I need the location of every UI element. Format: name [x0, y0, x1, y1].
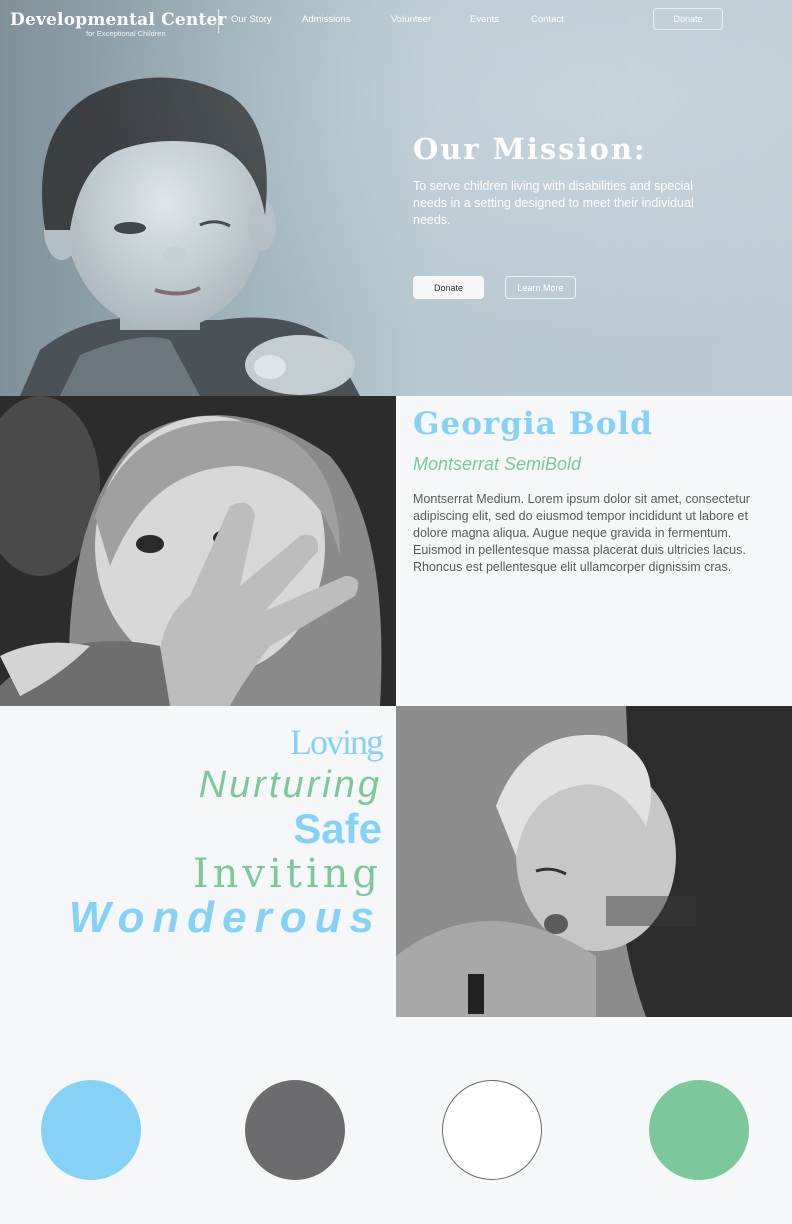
nav-donate-button[interactable]: Donate	[653, 8, 723, 30]
mission-text: To serve children living with disabiliti…	[413, 179, 694, 227]
logo-subtitle: for Exceptional Children	[86, 29, 166, 38]
type-subheading-sample: Montserrat SemiBold	[413, 454, 582, 474]
values-list: Loving Nurturing Safe Inviting Wonderous	[0, 706, 384, 942]
swatch-blue	[41, 1080, 141, 1180]
value-nurturing: Nurturing	[198, 764, 382, 806]
nav-item-contact[interactable]: Contact	[531, 14, 564, 25]
value-wonderous: Wonderous	[68, 893, 382, 942]
mission-title: Our Mission:	[413, 132, 647, 166]
type-body-sample: Montserrat Medium. Lorem ipsum dolor sit…	[413, 492, 750, 574]
value-loving: Loving	[290, 722, 384, 762]
logo-name: Developmental Center	[10, 10, 227, 30]
learn-more-button[interactable]: Learn More	[505, 276, 576, 299]
nav-item-admissions[interactable]: Admissions	[302, 14, 351, 25]
boy-photo	[396, 706, 792, 1017]
type-heading-sample: Georgia Bold	[413, 406, 653, 442]
nav-item-our-story[interactable]: Our Story	[231, 14, 272, 25]
typography-panel: Georgia Bold Montserrat SemiBold Montser…	[413, 406, 763, 576]
logo-divider	[218, 9, 219, 33]
nav-item-events[interactable]: Events	[470, 14, 499, 25]
girl-photo-art	[0, 396, 396, 706]
mission-block: Our Mission: To serve children living wi…	[413, 132, 723, 229]
swatch-gray	[245, 1080, 345, 1180]
value-safe: Safe	[293, 805, 382, 852]
boy-photo-art	[396, 706, 792, 1017]
swatch-green	[649, 1080, 749, 1180]
logo[interactable]: Developmental Center for Exceptional Chi…	[10, 10, 227, 38]
value-inviting: Inviting	[192, 851, 382, 897]
nav-item-volunteer[interactable]: Volunteer	[391, 14, 431, 25]
swatch-white	[442, 1080, 542, 1180]
girl-photo	[0, 396, 396, 706]
hero-donate-button[interactable]: Donate	[413, 276, 484, 299]
